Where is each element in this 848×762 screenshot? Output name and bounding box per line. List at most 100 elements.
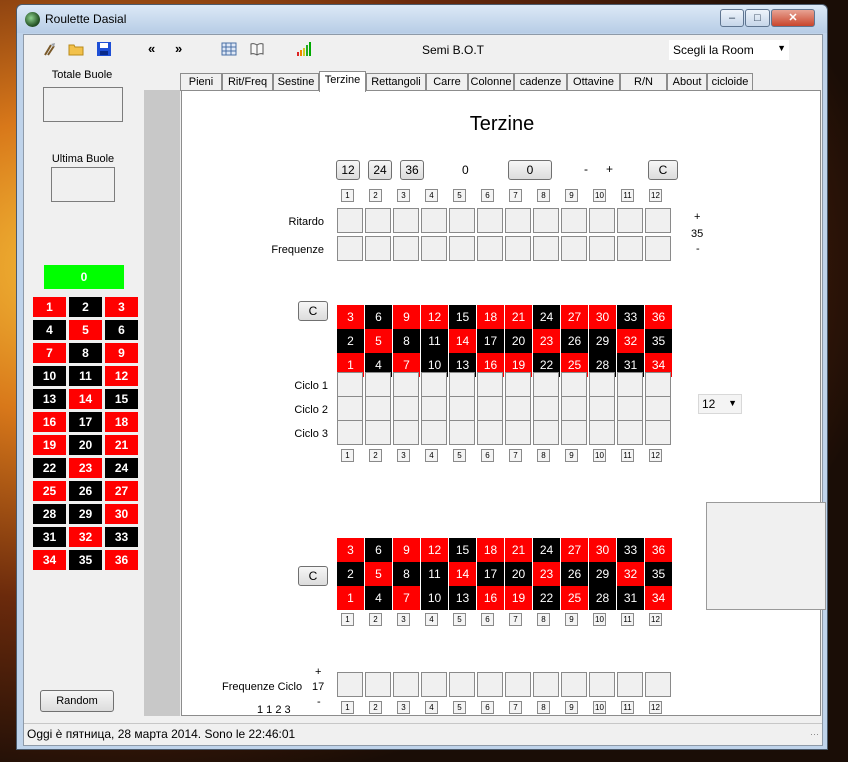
board-number-cell[interactable]: 15 (449, 538, 476, 562)
tab-r-n[interactable]: R/N (620, 73, 667, 91)
number-cell[interactable]: 8 (69, 343, 102, 363)
minimize-button[interactable]: – (720, 9, 744, 27)
data-cell[interactable] (645, 672, 671, 697)
number-cell[interactable]: 26 (69, 481, 102, 501)
tab-rettangoli[interactable]: Rettangoli (366, 73, 426, 91)
data-cell[interactable] (589, 372, 615, 397)
board-number-cell[interactable]: 3 (337, 305, 364, 329)
board-number-cell[interactable]: 14 (449, 329, 476, 353)
number-cell[interactable]: 28 (33, 504, 66, 524)
random-button[interactable]: Random (40, 690, 114, 712)
minus-button[interactable]: - (584, 162, 588, 176)
board-number-cell[interactable]: 5 (365, 562, 392, 586)
data-cell[interactable] (589, 420, 615, 445)
board-number-cell[interactable]: 36 (645, 305, 672, 329)
number-cell[interactable]: 33 (105, 527, 138, 547)
clear-board2-button[interactable]: C (298, 566, 328, 586)
board-number-cell[interactable]: 17 (477, 329, 504, 353)
data-cell[interactable] (393, 672, 419, 697)
data-cell[interactable] (421, 672, 447, 697)
data-cell[interactable] (561, 236, 587, 261)
tab-carre[interactable]: Carre (426, 73, 468, 91)
board-number-cell[interactable]: 9 (393, 305, 420, 329)
board-number-cell[interactable]: 1 (337, 586, 364, 610)
number-cell[interactable]: 27 (105, 481, 138, 501)
board-number-cell[interactable]: 18 (477, 538, 504, 562)
data-cell[interactable] (365, 236, 391, 261)
data-cell[interactable] (449, 396, 475, 421)
board-number-cell[interactable]: 9 (393, 538, 420, 562)
data-cell[interactable] (449, 208, 475, 233)
title-bar[interactable]: Roulette Dasial – □ ✕ (17, 5, 827, 33)
data-cell[interactable] (393, 420, 419, 445)
button-36[interactable]: 36 (400, 160, 424, 180)
data-cell[interactable] (561, 420, 587, 445)
data-cell[interactable] (533, 372, 559, 397)
board-number-cell[interactable]: 4 (365, 586, 392, 610)
board-number-cell[interactable]: 10 (421, 586, 448, 610)
board-number-cell[interactable]: 14 (449, 562, 476, 586)
data-cell[interactable] (617, 236, 643, 261)
ciclo-count-dropdown[interactable]: 12 ▼ (698, 394, 742, 414)
data-cell[interactable] (505, 372, 531, 397)
board-number-cell[interactable]: 33 (617, 305, 644, 329)
data-cell[interactable] (421, 208, 447, 233)
board-number-cell[interactable]: 5 (365, 329, 392, 353)
number-cell[interactable]: 35 (69, 550, 102, 570)
number-cell[interactable]: 11 (69, 366, 102, 386)
plus-button[interactable]: + (606, 162, 613, 176)
number-cell[interactable]: 17 (69, 412, 102, 432)
room-dropdown[interactable]: Scegli la Room ▼ (668, 39, 790, 61)
board-number-cell[interactable]: 35 (645, 562, 672, 586)
number-cell[interactable]: 16 (33, 412, 66, 432)
data-cell[interactable] (533, 420, 559, 445)
data-cell[interactable] (645, 372, 671, 397)
tab-about[interactable]: About (667, 73, 707, 91)
resize-grip-icon[interactable]: ⋯ (810, 729, 819, 740)
freq-minus-button[interactable]: - (317, 696, 321, 708)
board-number-cell[interactable]: 13 (449, 586, 476, 610)
board-number-cell[interactable]: 3 (337, 538, 364, 562)
tab-cadenze[interactable]: cadenze (514, 73, 567, 91)
number-cell[interactable]: 31 (33, 527, 66, 547)
open-folder-icon[interactable] (68, 41, 84, 57)
data-cell[interactable] (645, 208, 671, 233)
data-cell[interactable] (421, 372, 447, 397)
data-cell[interactable] (561, 372, 587, 397)
tab-ottavine[interactable]: Ottavine (567, 73, 620, 91)
board-number-cell[interactable]: 25 (561, 586, 588, 610)
board-number-cell[interactable]: 16 (477, 586, 504, 610)
number-cell[interactable]: 14 (69, 389, 102, 409)
data-cell[interactable] (337, 372, 363, 397)
number-cell[interactable]: 20 (69, 435, 102, 455)
board-number-cell[interactable]: 22 (533, 586, 560, 610)
number-cell[interactable]: 4 (33, 320, 66, 340)
data-cell[interactable] (505, 236, 531, 261)
data-cell[interactable] (589, 236, 615, 261)
data-cell[interactable] (617, 672, 643, 697)
data-cell[interactable] (393, 396, 419, 421)
number-cell[interactable]: 12 (105, 366, 138, 386)
board-number-cell[interactable]: 15 (449, 305, 476, 329)
board-number-cell[interactable]: 19 (505, 586, 532, 610)
data-cell[interactable] (365, 372, 391, 397)
board-number-cell[interactable]: 32 (617, 329, 644, 353)
data-cell[interactable] (365, 396, 391, 421)
board-number-cell[interactable]: 17 (477, 562, 504, 586)
board-number-cell[interactable]: 18 (477, 305, 504, 329)
data-cell[interactable] (393, 372, 419, 397)
data-cell[interactable] (617, 208, 643, 233)
book-icon[interactable] (249, 41, 265, 57)
number-cell[interactable]: 10 (33, 366, 66, 386)
board-number-cell[interactable]: 12 (421, 538, 448, 562)
clear-board-button[interactable]: C (298, 301, 328, 321)
board-number-cell[interactable]: 27 (561, 305, 588, 329)
tab-colonne[interactable]: Colonne (468, 73, 514, 91)
board-number-cell[interactable]: 26 (561, 329, 588, 353)
board-number-cell[interactable]: 8 (393, 562, 420, 586)
data-cell[interactable] (505, 208, 531, 233)
tab-sestine[interactable]: Sestine (273, 73, 319, 91)
board-number-cell[interactable]: 21 (505, 538, 532, 562)
next-button[interactable]: » (175, 41, 182, 56)
number-cell[interactable]: 3 (105, 297, 138, 317)
